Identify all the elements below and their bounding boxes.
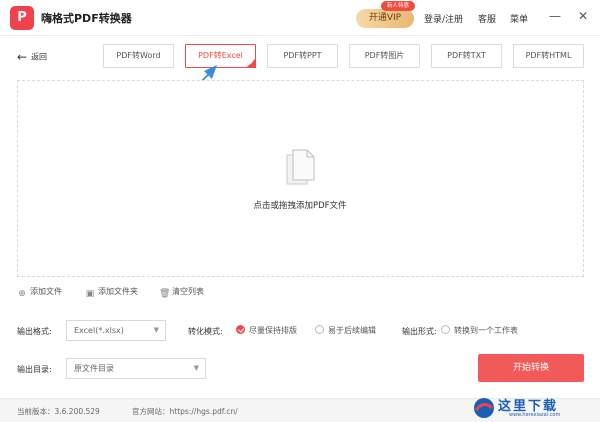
- close-icon[interactable]: ✕: [576, 9, 590, 23]
- chevron-down-icon: ▼: [193, 364, 199, 372]
- radio-unchecked-icon: [441, 325, 450, 334]
- service-link[interactable]: 客服: [478, 12, 496, 25]
- clear-list-label: 清空列表: [172, 287, 204, 296]
- drop-hint: 点击或拖拽添加PDF文件: [253, 201, 347, 211]
- output-one-sheet-label: 转换到一个工作表: [454, 326, 518, 335]
- mode-easy-edit-label: 易于后续编辑: [328, 326, 376, 335]
- add-folder-button[interactable]: ▣ 添加文件夹: [85, 286, 138, 299]
- menu-link[interactable]: 菜单: [510, 12, 528, 25]
- mode-keep-layout-radio[interactable]: 尽量保持排版: [236, 325, 297, 336]
- output-format-label: 输出格式:: [17, 327, 52, 336]
- output-dir-value: 原文件目录: [74, 364, 114, 373]
- output-format-value: Excel(*.xlsx): [74, 326, 124, 335]
- add-folder-label: 添加文件夹: [98, 287, 138, 296]
- trash-icon: 🗑: [159, 289, 171, 299]
- radio-unchecked-icon: [315, 325, 324, 334]
- tab-pdf-to-ppt[interactable]: PDF转PPT: [267, 44, 338, 68]
- back-label: 返回: [31, 52, 48, 62]
- website-link[interactable]: 官方网站：https://hgs.pdf.cn/: [132, 406, 238, 417]
- add-file-label: 添加文件: [30, 287, 62, 296]
- check-icon: ✓: [248, 60, 254, 67]
- back-button[interactable]: ← 返回: [17, 50, 47, 64]
- add-file-button[interactable]: ⊕ 添加文件: [17, 286, 62, 299]
- plus-circle-icon: ⊕: [18, 289, 26, 299]
- tab-pdf-to-html[interactable]: PDF转HTML: [513, 44, 584, 68]
- folder-icon: ▣: [85, 289, 95, 299]
- arrow-left-icon: ←: [17, 50, 28, 64]
- clear-list-button[interactable]: 🗑 清空列表: [159, 286, 204, 299]
- mode-easy-edit-radio[interactable]: 易于后续编辑: [315, 325, 376, 336]
- output-one-sheet-radio[interactable]: 转换到一个工作表: [441, 325, 518, 336]
- tab-pdf-to-txt[interactable]: PDF转TXT: [431, 44, 502, 68]
- start-convert-button[interactable]: 开始转换: [478, 354, 584, 382]
- vip-promo-badge: 新人特惠: [381, 1, 415, 11]
- output-format-select[interactable]: Excel(*.xlsx) ▼: [66, 320, 166, 341]
- tab-label: PDF转Excel: [198, 51, 243, 60]
- app-logo: P: [10, 6, 34, 30]
- output-form-label: 输出形式:: [402, 327, 437, 336]
- watermark-logo: [474, 398, 494, 418]
- version-text: 当前版本：3.6.200.529: [17, 407, 100, 416]
- convert-mode-label: 转化模式:: [188, 327, 223, 336]
- watermark-url: www.herexiazai.com: [509, 412, 561, 418]
- minimize-icon[interactable]: —: [548, 9, 562, 23]
- login-link[interactable]: 登录/注册: [424, 12, 463, 25]
- output-dir-label: 输出目录:: [17, 365, 52, 374]
- mode-keep-layout-label: 尽量保持排版: [249, 326, 297, 335]
- output-dir-select[interactable]: 原文件目录 ▼: [66, 358, 206, 379]
- chevron-down-icon: ▼: [153, 326, 159, 334]
- document-stack-icon: [286, 149, 315, 185]
- radio-checked-icon: [236, 325, 245, 334]
- tab-pdf-to-image[interactable]: PDF转图片: [349, 44, 420, 68]
- vip-button[interactable]: 开通VIP: [356, 9, 414, 28]
- app-title: 嗨格式PDF转换器: [41, 12, 132, 25]
